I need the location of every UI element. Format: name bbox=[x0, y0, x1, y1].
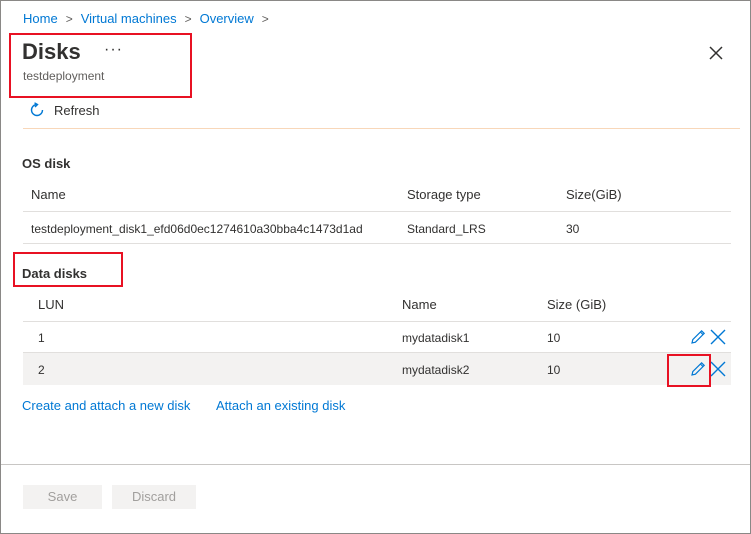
refresh-icon bbox=[30, 102, 44, 117]
breadcrumb: Home > Virtual machines > Overview > bbox=[23, 11, 277, 26]
detach-x-icon[interactable] bbox=[709, 328, 727, 346]
data-header-divider bbox=[23, 321, 731, 322]
footer-divider bbox=[1, 464, 750, 465]
disks-blade: Home > Virtual machines > Overview > Dis… bbox=[0, 0, 751, 534]
data-disks-highlight-box bbox=[13, 252, 123, 287]
data-col-lun: LUN bbox=[38, 297, 65, 312]
detach-x-icon[interactable] bbox=[709, 360, 727, 378]
os-col-size: Size(GiB) bbox=[566, 187, 622, 202]
table-row bbox=[23, 353, 731, 385]
os-col-storage-type: Storage type bbox=[407, 187, 481, 202]
create-attach-disk-link[interactable]: Create and attach a new disk bbox=[22, 398, 190, 413]
refresh-button[interactable]: Refresh bbox=[28, 101, 100, 119]
refresh-label: Refresh bbox=[54, 102, 100, 118]
chevron-right-icon: > bbox=[65, 11, 73, 26]
data-disk-size: 10 bbox=[547, 331, 561, 345]
data-disk-name: mydatadisk2 bbox=[402, 363, 470, 377]
os-header-divider bbox=[23, 211, 731, 212]
os-disk-name: testdeployment_disk1_efd06d0ec1274610a30… bbox=[31, 222, 363, 236]
chevron-right-icon: > bbox=[261, 11, 269, 26]
os-disk-storage-type: Standard_LRS bbox=[407, 222, 486, 236]
breadcrumb-home[interactable]: Home bbox=[23, 11, 58, 26]
os-col-name: Name bbox=[31, 187, 66, 202]
save-button[interactable]: Save bbox=[23, 485, 102, 509]
edit-pencil-icon[interactable] bbox=[689, 328, 707, 346]
os-row-divider bbox=[23, 243, 731, 244]
breadcrumb-virtual-machines[interactable]: Virtual machines bbox=[81, 11, 177, 26]
chevron-right-icon: > bbox=[184, 11, 192, 26]
data-disk-lun: 2 bbox=[38, 363, 45, 377]
os-disk-size: 30 bbox=[566, 222, 580, 236]
attach-existing-disk-link[interactable]: Attach an existing disk bbox=[216, 398, 345, 413]
discard-button[interactable]: Discard bbox=[112, 485, 196, 509]
edit-highlight-box bbox=[667, 354, 711, 387]
data-col-name: Name bbox=[402, 297, 437, 312]
close-icon[interactable] bbox=[706, 43, 726, 63]
title-highlight-box bbox=[9, 33, 192, 98]
data-disk-name: mydatadisk1 bbox=[402, 331, 470, 345]
data-col-size: Size (GiB) bbox=[547, 297, 607, 312]
breadcrumb-overview[interactable]: Overview bbox=[200, 11, 254, 26]
toolbar-divider bbox=[23, 128, 740, 129]
data-disk-lun: 1 bbox=[38, 331, 45, 345]
os-disk-heading: OS disk bbox=[22, 156, 71, 171]
data-disk-size: 10 bbox=[547, 363, 561, 377]
